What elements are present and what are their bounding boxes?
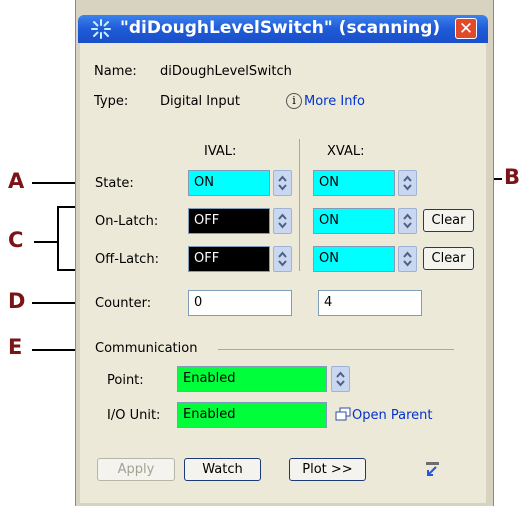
spinner-arrows-icon: [336, 371, 345, 387]
point-spinner[interactable]: [331, 366, 350, 392]
on-latch-clear-button[interactable]: Clear: [423, 209, 474, 232]
plot-button[interactable]: Plot >>: [289, 458, 366, 481]
on-latch-ival-field[interactable]: OFF: [188, 208, 270, 234]
open-parent-link[interactable]: Open Parent: [352, 408, 432, 423]
off-latch-ival-spinner[interactable]: [273, 246, 292, 272]
spinner-arrows-icon: [278, 175, 287, 191]
point-label: Point:: [107, 373, 144, 388]
scanning-icon: [90, 19, 112, 42]
callout-c: C: [8, 228, 24, 252]
off-latch-xval-spinner[interactable]: [398, 246, 417, 272]
type-label: Type:: [94, 94, 129, 109]
type-value: Digital Input: [160, 94, 240, 109]
callout-a: A: [8, 169, 25, 193]
xval-header: XVAL:: [327, 144, 365, 159]
state-xval-spinner[interactable]: [398, 170, 417, 196]
spinner-arrows-icon: [278, 213, 287, 229]
spinner-arrows-icon: [403, 251, 412, 267]
point-field[interactable]: Enabled: [177, 366, 327, 392]
on-latch-label: On-Latch:: [95, 214, 159, 229]
state-ival-spinner[interactable]: [273, 170, 292, 196]
spinner-arrows-icon: [278, 251, 287, 267]
callout-b: B: [504, 165, 521, 189]
close-button[interactable]: ✕: [455, 18, 477, 39]
off-latch-clear-button[interactable]: Clear: [423, 247, 474, 270]
name-value: diDoughLevelSwitch: [160, 64, 292, 79]
state-xval-field[interactable]: ON: [313, 170, 395, 196]
state-label: State:: [95, 176, 134, 191]
on-latch-xval-spinner[interactable]: [398, 208, 417, 234]
counter-ival-field[interactable]: 0: [188, 290, 292, 316]
communication-heading: Communication: [95, 341, 198, 356]
callout-c-line: [34, 241, 57, 243]
callout-d: D: [8, 289, 26, 313]
ival-header: IVAL:: [204, 144, 237, 159]
counter-label: Counter:: [95, 296, 152, 311]
name-label: Name:: [94, 64, 137, 79]
on-latch-ival-spinner[interactable]: [273, 208, 292, 234]
callout-c-bracket: [57, 206, 59, 270]
window-title: "diDoughLevelSwitch" (scanning): [120, 18, 441, 38]
spinner-arrows-icon: [403, 175, 412, 191]
more-info-link[interactable]: More Info: [304, 94, 365, 109]
spinner-arrows-icon: [403, 213, 412, 229]
on-latch-xval-field[interactable]: ON: [313, 208, 395, 234]
callout-e: E: [8, 335, 23, 359]
title-bar[interactable]: "diDoughLevelSwitch" (scanning) ✕: [78, 15, 488, 43]
column-separator: [299, 139, 300, 271]
close-icon: ✕: [458, 19, 474, 39]
io-unit-label: I/O Unit:: [107, 408, 161, 423]
off-latch-xval-field[interactable]: ON: [313, 246, 395, 272]
off-latch-ival-field[interactable]: OFF: [188, 246, 270, 272]
apply-button[interactable]: Apply: [97, 458, 175, 481]
state-ival-field[interactable]: ON: [188, 170, 270, 196]
dialog-body: Name: diDoughLevelSwitch Type: Digital I…: [80, 43, 486, 503]
off-latch-label: Off-Latch:: [95, 252, 159, 267]
watch-button[interactable]: Watch: [184, 458, 261, 481]
communication-divider: [218, 349, 454, 350]
counter-xval-field[interactable]: 4: [318, 290, 422, 316]
info-icon: i: [286, 93, 302, 109]
io-unit-field[interactable]: Enabled: [177, 402, 327, 428]
pin-icon[interactable]: [424, 461, 442, 480]
open-parent-icon: [335, 407, 351, 424]
